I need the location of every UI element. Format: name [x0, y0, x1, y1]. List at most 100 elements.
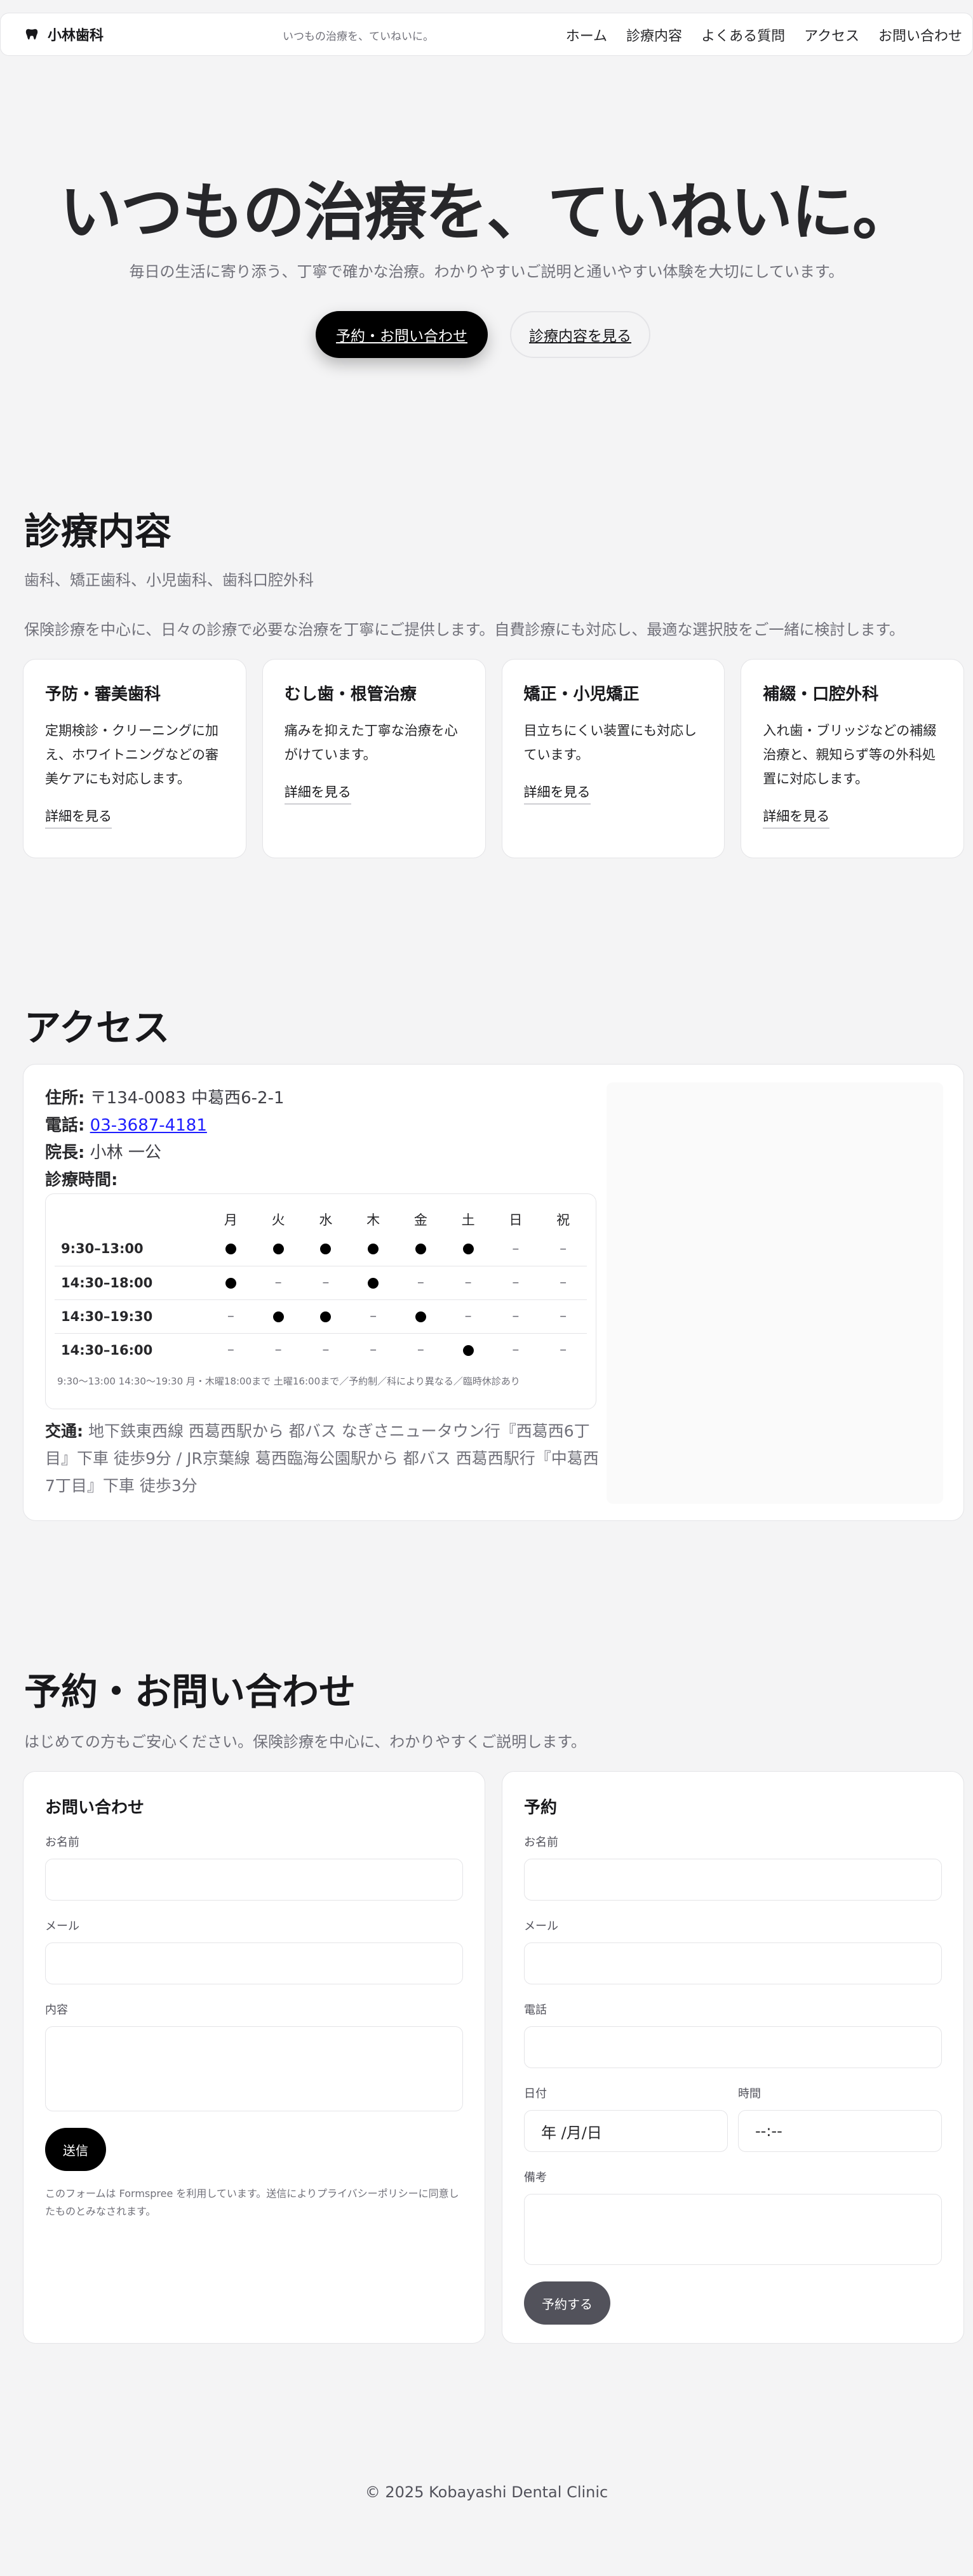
- access-card: 住所: 〒134-0083 中葛西6-2-1 電話: 03-3687-4181 …: [23, 1064, 964, 1521]
- open-mark: [302, 1232, 350, 1266]
- open-mark: [207, 1265, 255, 1299]
- open-dot-icon: [320, 1311, 332, 1322]
- date-group: 日付 年 /月/日: [524, 2085, 728, 2168]
- phone-label: 電話:: [45, 1116, 85, 1135]
- inquiry-form: お問い合わせ お名前 メール 内容 送信 このフォームは Formspree を…: [23, 1771, 485, 2344]
- closed-mark: –: [512, 1240, 520, 1257]
- service-card-title: 予防・審美歯科: [45, 685, 161, 704]
- open-mark: [397, 1299, 445, 1333]
- service-card-caries: むし歯・根管治療 痛みを抑えた丁寧な治療を心がけています。 詳細を見る: [262, 659, 486, 858]
- day-header: 日: [509, 1212, 523, 1228]
- closed-mark: –: [560, 1240, 567, 1257]
- hours-body: 9:30–13:00– –14:30–18:00– – – – – –14:30–19:30…: [55, 1232, 587, 1367]
- service-card-link[interactable]: 詳細を見る: [763, 806, 830, 828]
- reservation-phone-input[interactable]: [524, 2026, 942, 2068]
- brand[interactable]: 小林歯科: [25, 24, 279, 44]
- address-value: 〒134-0083 中葛西6-2-1: [90, 1089, 285, 1108]
- service-card-text: 痛みを抑えた丁寧な治療を心がけています。: [284, 723, 458, 762]
- phone-link[interactable]: 03-3687-4181: [90, 1116, 207, 1135]
- reservation-notes-label: 備考: [524, 2171, 547, 2184]
- service-card-link[interactable]: 詳細を見る: [523, 782, 591, 804]
- inquiry-message-textarea[interactable]: [45, 2026, 463, 2111]
- open-mark: [397, 1232, 445, 1266]
- open-dot-icon: [272, 1311, 284, 1322]
- open-dot-icon: [368, 1277, 379, 1289]
- service-card-preventive: 予防・審美歯科 定期検診・クリーニングに加え、ホワイトニングなどの審美ケアにも対…: [23, 659, 246, 858]
- open-mark: [444, 1332, 492, 1367]
- inquiry-email-label: メール: [45, 1920, 79, 1933]
- day-header: 祝: [556, 1212, 570, 1228]
- closed-mark: –: [207, 1299, 255, 1333]
- reservation-notes-textarea[interactable]: [524, 2194, 942, 2265]
- reservation-submit-button[interactable]: 予約する: [524, 2281, 610, 2325]
- open-mark: [445, 1232, 492, 1266]
- day-header: 土: [461, 1212, 475, 1228]
- service-card-text: 定期検診・クリーニングに加え、ホワイトニングなどの審美ケアにも対応します。: [45, 723, 218, 787]
- hours-row: 9:30–13:00 – –: [55, 1232, 587, 1266]
- hero-subtitle: 毎日の生活に寄り添う、丁寧で確かな治療。わかりやすいご説明と通いやすい体験を大切…: [129, 263, 844, 281]
- nav-home[interactable]: ホーム: [566, 25, 607, 45]
- reservation-time-label: 時間: [738, 2087, 761, 2101]
- inquiry-name-input[interactable]: [45, 1859, 463, 1901]
- footer-copyright: © 2025 Kobayashi Dental Clinic: [365, 2483, 608, 2501]
- closed-mark: –: [254, 1265, 302, 1299]
- director-line: 院長: 小林 一公: [45, 1139, 604, 1167]
- open-dot-icon: [272, 1244, 284, 1255]
- inquiry-email-input[interactable]: [45, 1942, 463, 1984]
- header-tagline: いつもの治療を、ていねいに。: [283, 30, 434, 43]
- hours-row: 14:30–19:30– – – – –: [55, 1299, 587, 1333]
- hours-row: 14:30–16:00– – – – – – –: [55, 1332, 587, 1367]
- hours-label: 診療時間:: [45, 1171, 118, 1190]
- day-header: 木: [366, 1212, 380, 1228]
- open-mark: [349, 1232, 397, 1266]
- services-intro: 保険診療を中心に、日々の診療で必要な治療を丁寧にご提供します。自費診療にも対応し…: [24, 621, 904, 639]
- reservation-name-label: お名前: [524, 1836, 558, 1849]
- nav-contact[interactable]: お問い合わせ: [878, 25, 962, 45]
- director-label: 院長:: [45, 1143, 85, 1162]
- closed-mark: –: [302, 1332, 350, 1367]
- closed-mark: –: [492, 1299, 540, 1333]
- open-dot-icon: [415, 1244, 426, 1255]
- nav-access[interactable]: アクセス: [804, 25, 859, 45]
- hours-table: 月 火 水 木 金 土 日 祝 9:30–13:00– –14:30–18:00–…: [55, 1207, 587, 1367]
- service-card-orthodontics: 矯正・小児矯正 目立ちにくい装置にも対応しています。 詳細を見る: [501, 659, 725, 858]
- day-header: 月: [224, 1212, 238, 1228]
- privacy-notice: このフォームは Formspree を利用しています。送信によりプライバシーポリ…: [45, 2188, 459, 2217]
- hours-time-slot: 14:30–19:30: [55, 1299, 207, 1333]
- director-value: 小林 一公: [90, 1143, 161, 1162]
- main-nav: ホーム 診療内容 よくある質問 アクセス お問い合わせ: [566, 13, 962, 56]
- site-header: 小林歯科 いつもの治療を、ていねいに。 ホーム 診療内容 よくある質問 アクセス…: [0, 13, 973, 56]
- nav-faq[interactable]: よくある質問: [701, 25, 785, 45]
- closed-mark: –: [444, 1265, 492, 1299]
- service-card-link[interactable]: 詳細を見る: [45, 806, 112, 828]
- service-card-link[interactable]: 詳細を見る: [284, 782, 351, 804]
- tooth-icon: [25, 29, 38, 40]
- reservation-time-input[interactable]: --:--: [738, 2110, 942, 2152]
- hero-services-button[interactable]: 診療内容を見る: [510, 311, 650, 358]
- reservation-form-title: 予約: [524, 1798, 558, 1817]
- nav-services[interactable]: 診療内容: [626, 25, 682, 45]
- open-dot-icon: [368, 1244, 379, 1255]
- closed-mark: –: [444, 1299, 492, 1333]
- open-mark: [302, 1299, 350, 1333]
- reservation-name-input[interactable]: [524, 1859, 942, 1901]
- services-specialties: 歯科、矯正歯科、小児歯科、歯科口腔外科: [24, 571, 314, 589]
- hours-time-slot: 9:30–13:00: [61, 1241, 144, 1257]
- time-group: 時間 --:--: [738, 2085, 942, 2168]
- reservation-phone-label: 電話: [524, 2003, 547, 2017]
- open-mark: [207, 1232, 255, 1266]
- reservation-email-input[interactable]: [524, 1942, 942, 1984]
- reservation-date-label: 日付: [524, 2087, 547, 2101]
- reservation-date-input[interactable]: 年 /月/日: [524, 2110, 728, 2152]
- inquiry-submit-button[interactable]: 送信: [45, 2128, 106, 2171]
- address-label: 住所:: [45, 1089, 85, 1108]
- hero-contact-button[interactable]: 予約・お問い合わせ: [316, 311, 488, 358]
- service-card-prosthetics: 補綴・口腔外科 入れ歯・ブリッジなどの補綴治療と、親知らず等の外科処置に対応しま…: [741, 659, 964, 858]
- hero-title: いつもの治療を、ていねいに。: [59, 176, 915, 249]
- closed-mark: –: [539, 1299, 587, 1333]
- open-mark: [254, 1299, 302, 1333]
- map-embed[interactable]: [607, 1082, 943, 1504]
- closed-mark: –: [492, 1265, 540, 1299]
- open-dot-icon: [320, 1244, 332, 1255]
- service-card-title: むし歯・根管治療: [284, 685, 417, 704]
